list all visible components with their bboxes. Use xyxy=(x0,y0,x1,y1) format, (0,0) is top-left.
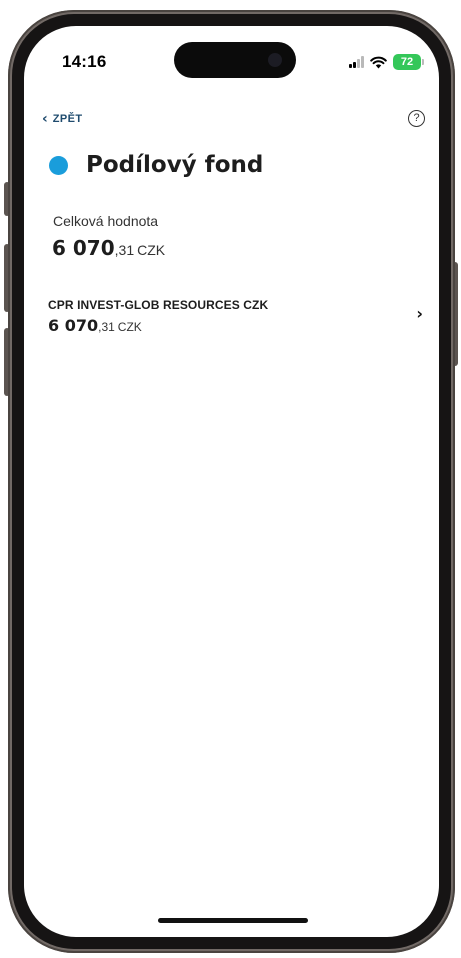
fund-name: CPR INVEST-GLOB RESOURCES CZK xyxy=(48,298,269,312)
total-value-amount: 6 070,31 CZK xyxy=(52,236,165,260)
category-dot xyxy=(49,155,68,175)
chevron-left-icon: ‹ xyxy=(42,111,48,127)
status-indicators: 72 xyxy=(349,54,424,70)
fund-list-item[interactable]: CPR INVEST-GLOB RESOURCES CZK 6 070,31 CZ… xyxy=(48,296,423,346)
back-label: ZPĚT xyxy=(52,113,83,125)
total-amount-decimal: ,31 xyxy=(114,242,135,258)
page-header: Podílový fond xyxy=(49,152,263,178)
phone-screen: 14:16 72 ‹ ZPĚT ? Podílový fond Celková … xyxy=(24,26,439,937)
fund-amount-currency: CZK xyxy=(117,320,142,334)
wifi-icon xyxy=(370,56,387,68)
page-title: Podílový fond xyxy=(86,152,264,178)
total-amount-currency: CZK xyxy=(137,242,166,258)
battery-icon: 72 xyxy=(393,54,424,70)
home-indicator[interactable] xyxy=(158,918,308,923)
phone-frame: 14:16 72 ‹ ZPĚT ? Podílový fond Celková … xyxy=(8,10,455,953)
fund-amount-integer: 6 070 xyxy=(48,316,99,335)
chevron-right-icon: › xyxy=(416,304,423,323)
back-button[interactable]: ‹ ZPĚT xyxy=(42,112,83,126)
status-time: 14:16 xyxy=(62,52,107,71)
fund-amount-decimal: ,31 xyxy=(98,320,115,334)
total-amount-integer: 6 070 xyxy=(52,236,115,260)
dynamic-island xyxy=(174,42,296,78)
cellular-signal-icon xyxy=(349,56,364,68)
phone-bezel: 14:16 72 ‹ ZPĚT ? Podílový fond Celková … xyxy=(12,14,451,949)
total-value-label: Celková hodnota xyxy=(53,213,159,229)
fund-value: 6 070,31 CZK xyxy=(48,316,142,335)
question-circle-icon[interactable]: ? xyxy=(408,110,425,127)
device-mockup: 14:16 72 ‹ ZPĚT ? Podílový fond Celková … xyxy=(0,0,461,958)
